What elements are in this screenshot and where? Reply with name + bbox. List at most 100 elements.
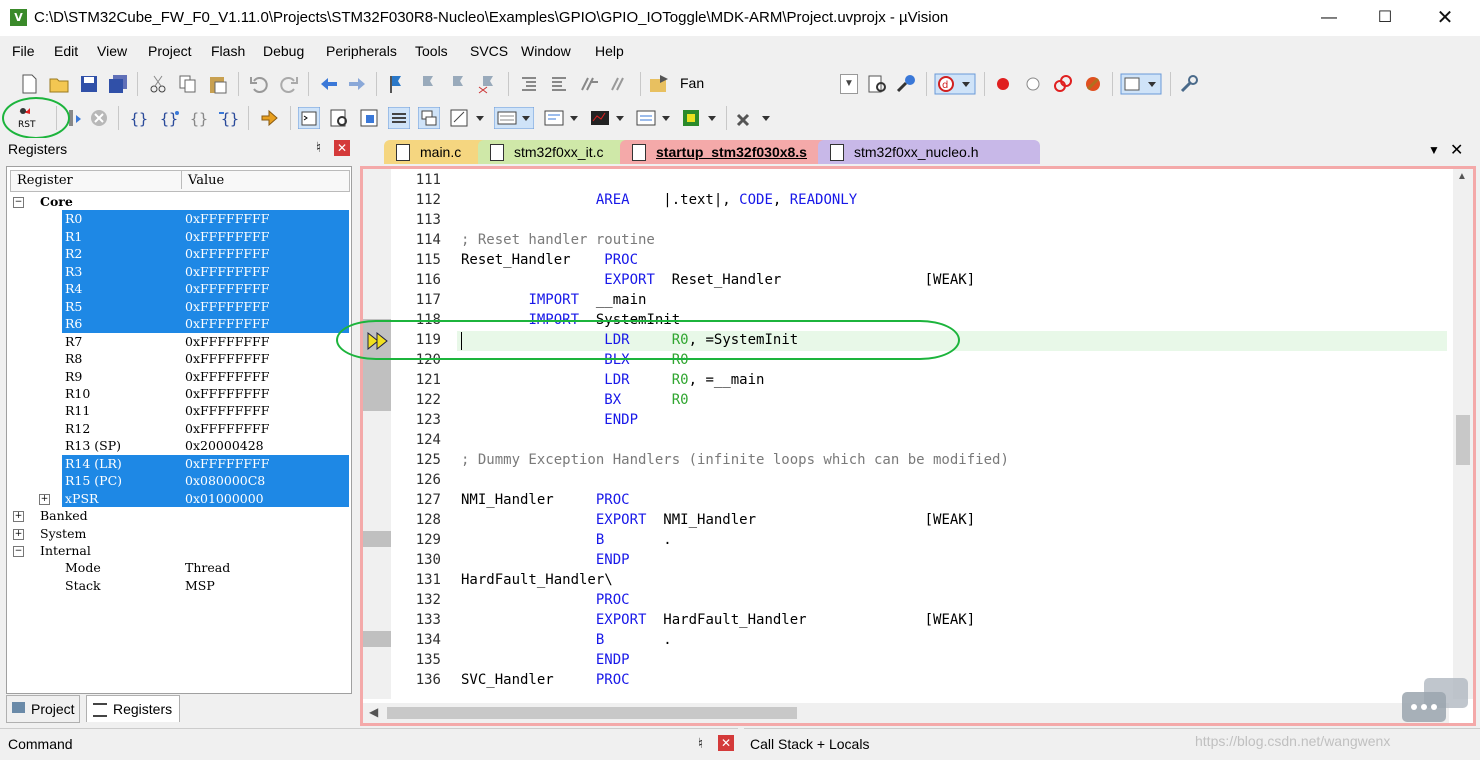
code-line[interactable]: EXPORT NMI_Handler [WEAK] [461, 512, 975, 528]
menu-file[interactable]: File [12, 43, 35, 59]
breakpoint-gutter[interactable] [363, 169, 391, 699]
register-value[interactable]: 0xFFFFFFFF [185, 369, 269, 384]
clear-bookmarks-icon[interactable] [476, 73, 498, 95]
memory-windows-icon[interactable] [494, 107, 534, 129]
register-value[interactable]: 0xFFFFFFFF [185, 281, 269, 296]
system-viewer-icon[interactable] [680, 107, 718, 129]
prev-bookmark-icon[interactable] [416, 73, 438, 95]
register-value[interactable]: 0xFFFFFFFF [185, 299, 269, 314]
register-value[interactable]: 0xFFFFFFFF [185, 229, 269, 244]
toolbox-icon[interactable] [734, 107, 774, 129]
horizontal-scroll-thumb[interactable] [387, 707, 797, 719]
register-row[interactable]: R14 (LR) 0xFFFFFFFF [7, 454, 349, 473]
step-out-icon[interactable]: {} [188, 107, 210, 129]
col-value-header[interactable]: Value [181, 171, 224, 189]
close-panel-icon[interactable]: ✕ [718, 735, 734, 751]
register-row[interactable]: R15 (PC) 0x080000C8 [7, 472, 349, 490]
code-line[interactable]: AREA |.text|, CODE, READONLY [461, 192, 857, 208]
scroll-up-icon[interactable]: ▲ [1457, 171, 1467, 182]
register-value[interactable]: Thread [185, 560, 230, 575]
menu-project[interactable]: Project [148, 43, 192, 59]
close-button[interactable]: ✕ [1422, 2, 1468, 34]
register-value[interactable]: 0x01000000 [185, 491, 264, 506]
tab-registers[interactable]: Registers [86, 695, 180, 722]
register-row[interactable]: R10 0xFFFFFFFF [7, 385, 349, 403]
analysis-windows-icon[interactable] [588, 107, 626, 129]
find-combo[interactable]: Fan ▼ [672, 72, 860, 94]
watch-windows-icon[interactable] [448, 107, 486, 129]
register-value[interactable]: 0xFFFFFFFF [185, 334, 269, 349]
code-line[interactable]: Reset_Handler PROC [461, 252, 638, 268]
register-value[interactable]: 0x080000C8 [185, 473, 265, 488]
register-value[interactable]: 0xFFFFFFFF [185, 316, 269, 331]
undo-icon[interactable] [248, 73, 270, 95]
expand-icon[interactable]: + [13, 511, 24, 523]
code-line[interactable]: EXPORT HardFault_Handler [WEAK] [461, 612, 975, 628]
menu-debug[interactable]: Debug [263, 43, 304, 59]
copy-icon[interactable] [177, 73, 199, 95]
register-row[interactable]: R2 0xFFFFFFFF [7, 245, 349, 263]
tab-project[interactable]: Project [6, 695, 80, 723]
code-line[interactable]: ENDP [461, 652, 630, 668]
pin-icon[interactable]: ♮ [698, 735, 703, 752]
menu-flash[interactable]: Flash [211, 43, 245, 59]
tab-stm32f0xx-it-c[interactable]: stm32f0xx_it.c [478, 140, 632, 164]
register-row[interactable]: R9 0xFFFFFFFF [7, 368, 349, 386]
register-row[interactable]: R12 0xFFFFFFFF [7, 420, 349, 438]
menu-peripherals[interactable]: Peripherals [326, 43, 397, 59]
step-into-icon[interactable]: {} [128, 107, 150, 129]
code-line[interactable]: IMPORT __main [461, 292, 646, 308]
collapse-icon[interactable]: − [13, 546, 24, 557]
insert-breakpoint-icon[interactable] [992, 73, 1014, 95]
disable-breakpoint-icon[interactable] [1022, 73, 1044, 95]
collapse-icon[interactable]: − [13, 197, 24, 208]
show-next-statement-icon[interactable] [258, 107, 280, 129]
symbols-window-icon[interactable] [358, 107, 380, 129]
code-line[interactable]: SVC_Handler PROC [461, 672, 630, 688]
register-row[interactable]: + Banked [7, 507, 349, 525]
pin-icon[interactable]: ♮ [316, 139, 321, 156]
debug-session-icon[interactable]: d [934, 73, 976, 95]
disassembly-window-icon[interactable] [328, 107, 350, 129]
registers-window-icon[interactable] [388, 107, 410, 129]
register-value[interactable]: 0xFFFFFFFF [185, 421, 269, 436]
bookmark-icon[interactable] [386, 73, 408, 95]
stop-icon[interactable] [88, 107, 110, 129]
command-window-icon[interactable] [298, 107, 320, 129]
redo-icon[interactable] [278, 73, 300, 95]
menu-edit[interactable]: Edit [54, 43, 78, 59]
code-line[interactable]: ENDP [461, 412, 638, 428]
register-value[interactable]: 0xFFFFFFFF [185, 211, 269, 226]
register-value[interactable]: 0xFFFFFFFF [185, 456, 269, 471]
minimize-button[interactable]: — [1306, 2, 1352, 34]
register-row[interactable]: R1 0xFFFFFFFF [7, 227, 349, 246]
horizontal-scrollbar[interactable]: ◀ [363, 703, 1449, 723]
expand-icon[interactable]: + [13, 528, 24, 540]
register-row[interactable]: R8 0xFFFFFFFF [7, 350, 349, 368]
incremental-find-icon[interactable] [866, 73, 888, 95]
symbols-icon[interactable] [895, 73, 917, 95]
register-row[interactable]: R11 0xFFFFFFFF [7, 402, 349, 420]
register-value[interactable]: 0xFFFFFFFF [185, 246, 269, 261]
menu-help[interactable]: Help [595, 43, 624, 59]
code-line[interactable]: B . [461, 632, 672, 648]
configure-icon[interactable] [1178, 73, 1200, 95]
next-bookmark-icon[interactable] [446, 73, 468, 95]
register-row[interactable]: Mode Thread [7, 559, 349, 577]
indent-icon[interactable] [518, 73, 540, 95]
register-value[interactable]: 0xFFFFFFFF [185, 351, 269, 366]
comment-icon[interactable] [578, 73, 600, 95]
close-tab-icon[interactable]: ✕ [1450, 140, 1463, 160]
vertical-scroll-thumb[interactable] [1456, 415, 1470, 465]
register-row[interactable]: R6 0xFFFFFFFF [7, 315, 349, 333]
serial-windows-icon[interactable] [542, 107, 580, 129]
vertical-scrollbar[interactable]: ▲ [1453, 169, 1473, 699]
expand-icon[interactable]: + [39, 493, 50, 505]
close-panel-icon[interactable]: ✕ [334, 140, 350, 156]
register-value[interactable]: 0xFFFFFFFF [185, 403, 269, 418]
scroll-left-icon[interactable]: ◀ [369, 705, 378, 719]
menu-window[interactable]: Window [521, 43, 571, 59]
disable-all-breakpoints-icon[interactable] [1052, 73, 1074, 95]
navigate-forward-icon[interactable] [346, 73, 368, 95]
trace-windows-icon[interactable] [634, 107, 672, 129]
